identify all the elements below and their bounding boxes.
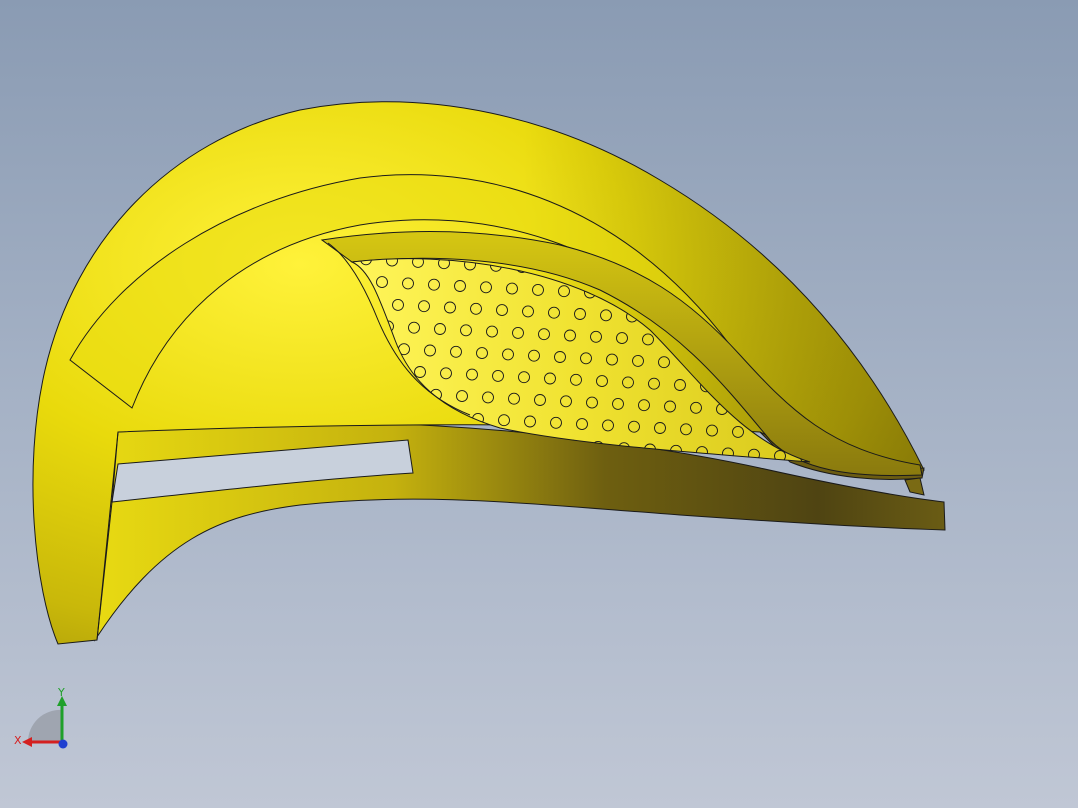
triad-x-label: X	[14, 734, 22, 747]
orientation-triad[interactable]: Y X	[10, 684, 80, 754]
triad-x-arrow	[22, 737, 32, 747]
triad-y-label: Y	[57, 686, 65, 699]
helmet-model[interactable]	[0, 0, 1078, 808]
triad-z-axis	[58, 739, 68, 749]
mesh-hole	[819, 299, 830, 310]
graphics-viewport[interactable]: Y X	[0, 0, 1078, 808]
mesh-hole	[802, 275, 810, 288]
triad-plane	[27, 709, 62, 742]
helmet-tail-lip	[904, 477, 925, 496]
